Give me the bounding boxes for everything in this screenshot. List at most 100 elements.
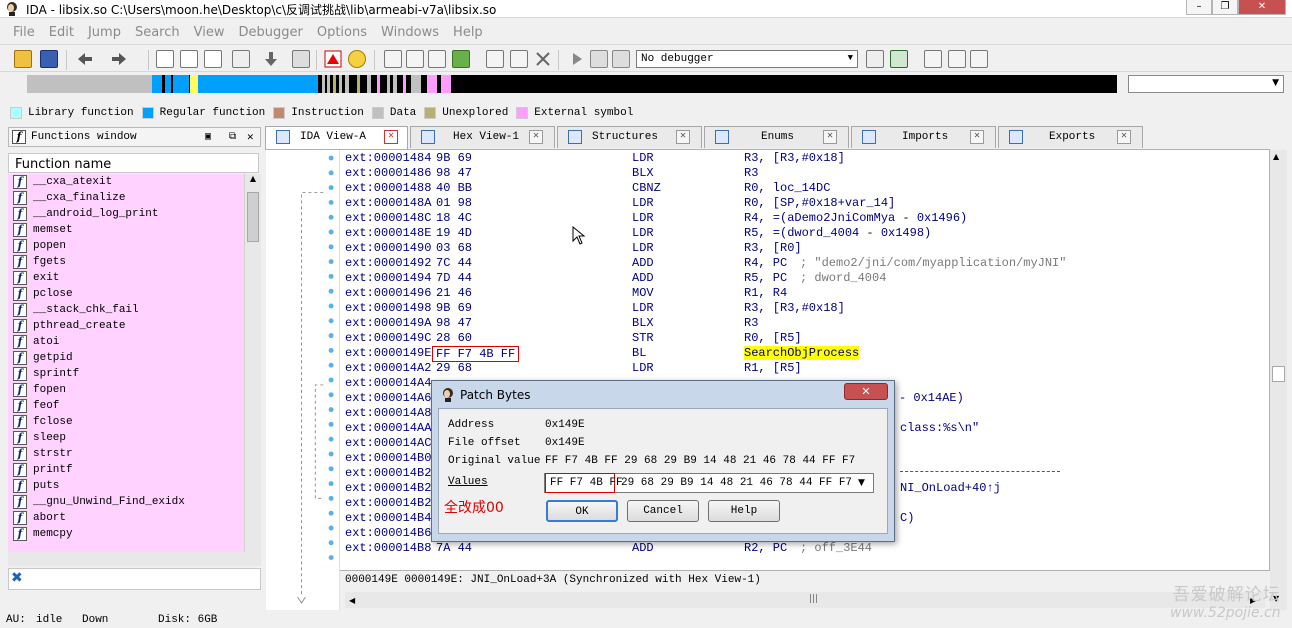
function-list-item[interactable]: f printf (8, 462, 244, 478)
function-list-item[interactable]: f __stack_chk_fail (8, 302, 244, 318)
function-list-item[interactable]: f atoi (8, 334, 244, 350)
debugger-select[interactable]: No debugger ▼ (636, 50, 858, 68)
function-list-item[interactable]: f memset (8, 222, 244, 238)
functions-filter[interactable]: ✖ (8, 568, 261, 590)
text-search-icon[interactable] (180, 50, 198, 68)
scrollbar-thumb[interactable] (247, 192, 259, 242)
menu-file[interactable]: File (6, 22, 42, 44)
function-list-item[interactable]: f fgets (8, 254, 244, 270)
function-name: puts (33, 480, 60, 492)
function-list-item[interactable]: f __cxa_atexit (8, 174, 244, 190)
tab-enums[interactable]: Enums ✕ (704, 126, 849, 148)
disasm-bytes: FF F7 4B FF (432, 346, 520, 362)
function-list-item[interactable]: f popen (8, 238, 244, 254)
code-vscrollbar[interactable]: ▲ ▼ (1270, 150, 1287, 610)
function-name-column-header[interactable]: Function name (8, 153, 259, 173)
chevron-down-icon[interactable]: ▼ (858, 478, 865, 488)
menu-view[interactable]: View (187, 22, 232, 44)
struct-icon[interactable] (384, 50, 402, 68)
unknown-icon[interactable] (292, 50, 310, 68)
function-list-item[interactable]: f puts (8, 478, 244, 494)
attach-icon[interactable] (890, 50, 908, 68)
delete-icon[interactable] (534, 50, 552, 68)
add-icon[interactable] (452, 50, 470, 68)
close-tab-icon[interactable]: ✕ (676, 130, 690, 144)
function-list-item[interactable]: f __gnu_Unwind_Find_exidx (8, 494, 244, 510)
scroll-up-icon[interactable]: ▲ (247, 174, 259, 186)
list-icon[interactable] (924, 50, 942, 68)
menu-jump[interactable]: Jump (81, 22, 128, 44)
menu-debugger[interactable]: Debugger (231, 22, 309, 44)
close-button[interactable]: ✕ (1238, 0, 1286, 15)
menu-windows[interactable]: Windows (374, 22, 446, 44)
close-tab-icon[interactable]: ✕ (529, 130, 543, 144)
function-list-item[interactable]: f abort (8, 510, 244, 526)
functions-scrollbar[interactable]: ▲ (244, 174, 261, 552)
save-icon[interactable] (40, 50, 58, 68)
help-button[interactable]: Help (708, 500, 780, 522)
dialog-close-button[interactable]: ✕ (844, 383, 888, 400)
tab-ida-view-a[interactable]: IDA View-A ✕ (265, 126, 408, 150)
ok-button[interactable]: OK (546, 500, 618, 522)
function-icon: f (12, 130, 26, 144)
function-list-item[interactable]: f getpid (8, 350, 244, 366)
function-list-item[interactable]: f fopen (8, 382, 244, 398)
binary-search-icon[interactable] (156, 50, 174, 68)
menu-edit[interactable]: Edit (42, 22, 81, 44)
warning-icon[interactable] (324, 50, 342, 68)
stop-icon[interactable] (612, 50, 630, 68)
function-list-item[interactable]: f sprintf (8, 366, 244, 382)
down-arrow-icon[interactable] (262, 50, 280, 68)
functions-hscrollbar[interactable] (8, 552, 261, 566)
code-hscrollbar[interactable]: ◀ ||| ▶ (345, 592, 1265, 608)
enum-icon[interactable] (406, 50, 424, 68)
function-list-item[interactable]: f strstr (8, 446, 244, 462)
open-file-icon[interactable] (14, 50, 32, 68)
tab-exports[interactable]: Exports ✕ (998, 126, 1143, 148)
close-tab-icon[interactable]: ✕ (823, 130, 837, 144)
debugger-options-icon[interactable] (866, 50, 884, 68)
tab-structures[interactable]: Structures ✕ (557, 126, 702, 148)
clear-filter-icon[interactable]: ✖ (11, 570, 23, 586)
tab-imports[interactable]: Imports ✕ (851, 126, 996, 148)
function-list-item[interactable]: f fclose (8, 414, 244, 430)
text-icon[interactable] (428, 50, 446, 68)
scrollbar-thumb[interactable] (1272, 366, 1285, 382)
maximize-button[interactable]: ❐ (1212, 0, 1238, 15)
code-icon[interactable] (204, 50, 222, 68)
scroll-up-icon[interactable]: ▲ (1273, 152, 1279, 161)
data-icon[interactable] (232, 50, 250, 68)
breakpoint-icon[interactable] (970, 50, 988, 68)
patch-icon[interactable] (510, 50, 528, 68)
graph-icon[interactable] (486, 50, 504, 68)
segment-select[interactable]: ▼ (1128, 75, 1284, 93)
function-list-item[interactable]: f pthread_create (8, 318, 244, 334)
function-list-item[interactable]: f pclose (8, 286, 244, 302)
menu-help[interactable]: Help (446, 22, 490, 44)
scroll-left-icon[interactable]: ◀ (349, 596, 355, 605)
lightbulb-icon[interactable] (348, 50, 366, 68)
minimize-button[interactable]: – (1186, 0, 1212, 15)
close-tab-icon[interactable]: ✕ (1117, 130, 1131, 144)
pause-icon[interactable] (590, 50, 608, 68)
function-list-item[interactable]: f exit (8, 270, 244, 286)
run-icon[interactable] (568, 50, 586, 68)
function-list-item[interactable]: f sleep (8, 430, 244, 446)
bookmark-icon[interactable] (948, 50, 966, 68)
close-tab-icon[interactable]: ✕ (970, 130, 984, 144)
float-icon[interactable]: ▣ (205, 131, 211, 143)
tab-hex-view[interactable]: Hex View-1 ✕ (410, 126, 555, 148)
function-list-item[interactable]: f __android_log_print (8, 206, 244, 222)
navigation-band[interactable] (27, 75, 1117, 93)
close-icon[interactable]: ✕ (247, 130, 254, 144)
function-list-item[interactable]: f feof (8, 398, 244, 414)
dock-icon[interactable]: ⧉ (229, 131, 236, 143)
function-list-item[interactable]: f memcpy (8, 526, 244, 542)
menu-search[interactable]: Search (128, 22, 187, 44)
cancel-button[interactable]: Cancel (627, 500, 699, 522)
close-tab-icon[interactable]: ✕ (384, 130, 398, 144)
back-arrow-icon[interactable] (76, 50, 94, 68)
function-list-item[interactable]: f __cxa_finalize (8, 190, 244, 206)
forward-arrow-icon[interactable] (110, 50, 128, 68)
menu-options[interactable]: Options (310, 22, 374, 44)
